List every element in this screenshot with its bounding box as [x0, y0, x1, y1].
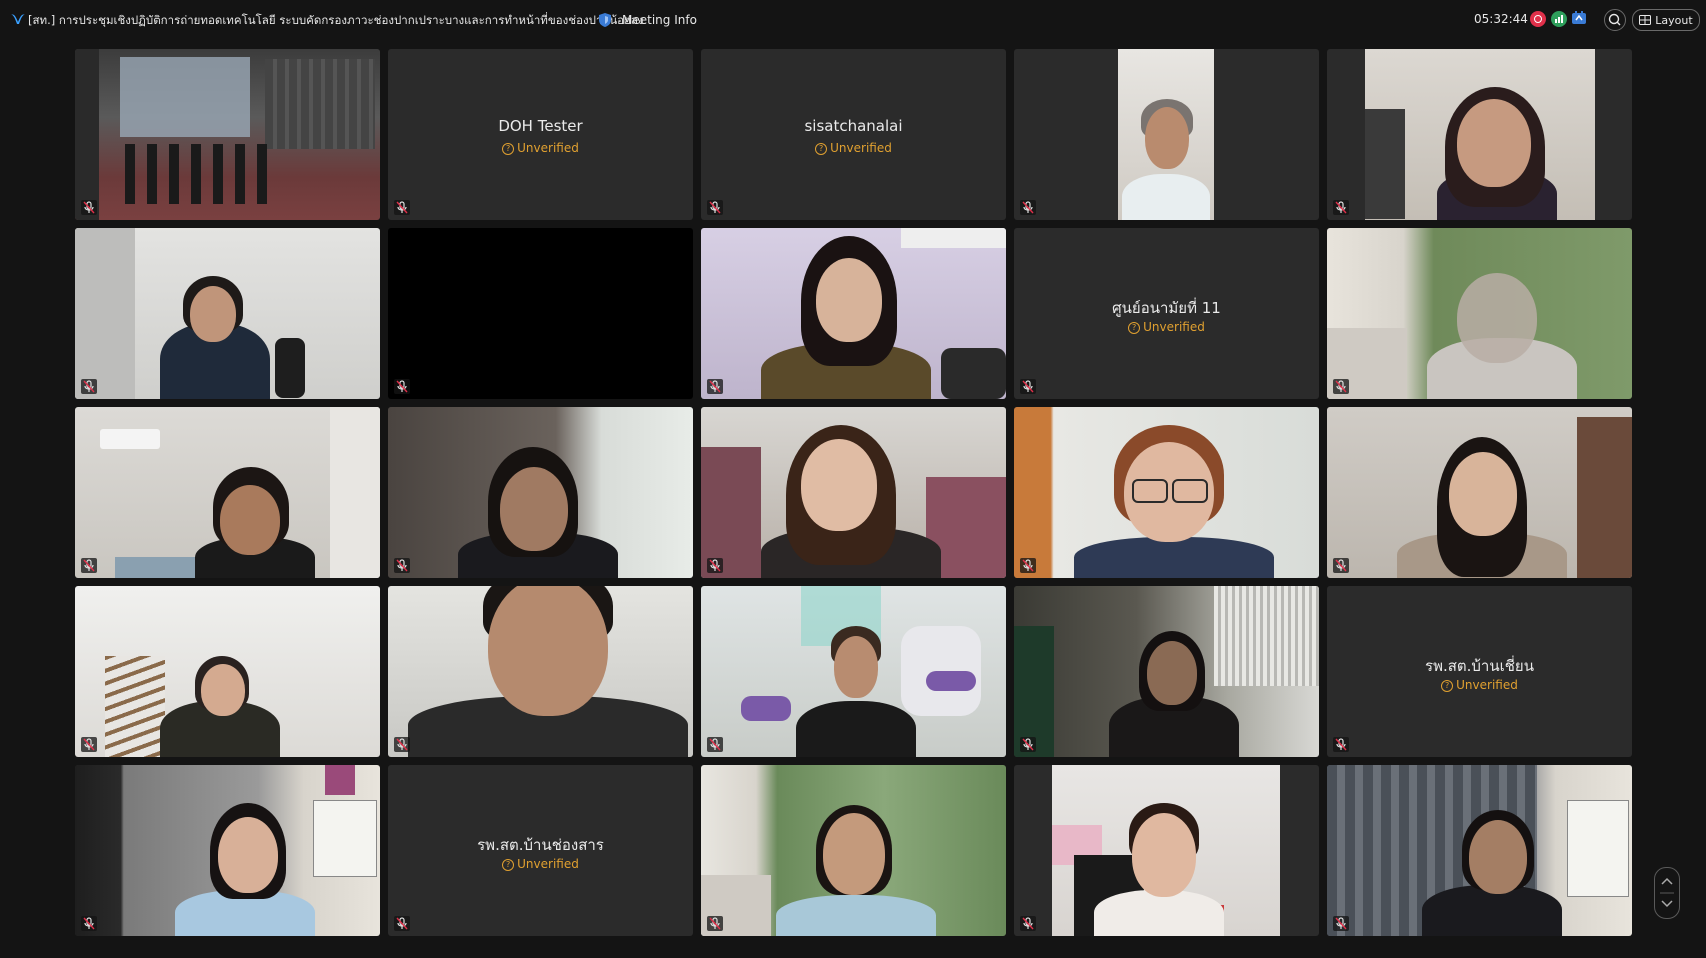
mic-muted-icon	[81, 200, 97, 215]
mic-muted-icon	[1020, 200, 1036, 215]
participant-video	[75, 407, 380, 578]
meeting-timer: 05:32:44	[1474, 12, 1528, 26]
layout-label: Layout	[1655, 13, 1693, 27]
mic-muted-icon	[394, 200, 410, 215]
mic-muted-icon	[81, 558, 97, 573]
mic-muted-icon	[394, 558, 410, 573]
video-tile[interactable]: ศูนย์อนามัยที่ 11 ? Unverified	[1014, 228, 1319, 399]
participant-video	[701, 228, 1006, 399]
participant-video	[1014, 49, 1319, 220]
video-tile[interactable]: รพ.สต.บ้านเชี่ยน ? Unverified	[1327, 586, 1632, 757]
video-tile[interactable]	[1327, 407, 1632, 578]
participant-video	[388, 407, 693, 578]
participant-video	[75, 228, 380, 399]
video-tile[interactable]	[75, 765, 380, 936]
unverified-badge: ? Unverified	[388, 857, 693, 871]
participant-video	[701, 586, 1006, 757]
video-tile[interactable]	[1014, 586, 1319, 757]
mic-muted-icon	[394, 379, 410, 394]
participant-video	[1014, 765, 1319, 936]
mic-muted-icon	[707, 737, 723, 752]
unverified-badge: ? Unverified	[388, 141, 693, 155]
mic-muted-icon	[81, 916, 97, 931]
video-tile[interactable]	[1014, 407, 1319, 578]
participant-name: รพ.สต.บ้านช่องสาร	[477, 836, 604, 854]
video-tile[interactable]	[701, 765, 1006, 936]
mic-muted-icon	[394, 916, 410, 931]
video-tile[interactable]	[75, 49, 380, 220]
question-icon: ?	[815, 143, 828, 155]
mic-muted-icon	[707, 379, 723, 394]
record-icon[interactable]	[1530, 11, 1546, 27]
video-tile[interactable]	[1014, 765, 1319, 936]
video-tile[interactable]	[1014, 49, 1319, 220]
video-tile[interactable]	[701, 407, 1006, 578]
participant-name: sisatchanalai	[804, 117, 903, 135]
video-tile[interactable]	[701, 228, 1006, 399]
video-tile[interactable]	[1327, 49, 1632, 220]
participant-video	[388, 586, 693, 757]
unverified-badge: ? Unverified	[1327, 678, 1632, 692]
participant-video	[75, 765, 380, 936]
video-tile[interactable]	[75, 586, 380, 757]
question-icon: ?	[1441, 680, 1454, 692]
mic-muted-icon	[1020, 379, 1036, 394]
video-tile[interactable]: sisatchanalai ? Unverified	[701, 49, 1006, 220]
mic-muted-icon	[707, 916, 723, 931]
mic-muted-icon	[1020, 737, 1036, 752]
video-grid: DOH Tester ? Unverified sisatchanalai ? Un…	[75, 49, 1632, 936]
mic-muted-icon	[707, 558, 723, 573]
participant-video	[1327, 228, 1632, 399]
mic-muted-icon	[81, 379, 97, 394]
layout-grid-icon	[1639, 15, 1652, 25]
mic-muted-icon	[1020, 916, 1036, 931]
participant-video	[1014, 586, 1319, 757]
layout-button[interactable]: Layout	[1632, 9, 1700, 31]
network-stats-icon[interactable]	[1551, 11, 1567, 27]
video-tile[interactable]	[1327, 765, 1632, 936]
participant-name: รพ.สต.บ้านเชี่ยน	[1425, 657, 1534, 675]
meeting-title: [สท.] การประชุมเชิงปฏิบัติการถ่ายทอดเทคโ…	[28, 13, 644, 27]
video-tile[interactable]	[388, 407, 693, 578]
mic-muted-icon	[1333, 200, 1349, 215]
conference-room-video	[75, 49, 380, 220]
mic-muted-icon	[1020, 558, 1036, 573]
mic-muted-icon	[707, 200, 723, 215]
share-content-icon[interactable]	[1571, 10, 1587, 27]
top-bar: [สท.] การประชุมเชิงปฏิบัติการถ่ายทอดเทคโ…	[0, 0, 1706, 40]
participant-name: DOH Tester	[498, 117, 583, 135]
scroll-page-control[interactable]	[1654, 867, 1680, 919]
video-tile[interactable]: DOH Tester ? Unverified	[388, 49, 693, 220]
mic-muted-icon	[394, 737, 410, 752]
video-tile[interactable]: รพ.สต.บ้านช่องสาร ? Unverified	[388, 765, 693, 936]
shield-icon[interactable]	[598, 12, 612, 28]
participant-video	[701, 407, 1006, 578]
mic-muted-icon	[1333, 916, 1349, 931]
video-tile[interactable]	[75, 407, 380, 578]
unverified-badge: ? Unverified	[1014, 320, 1319, 334]
question-icon: ?	[1128, 322, 1141, 334]
video-tile[interactable]	[388, 228, 693, 399]
participant-video	[1327, 49, 1632, 220]
participant-video	[75, 586, 380, 757]
question-icon: ?	[502, 859, 515, 871]
meeting-info-link[interactable]: Meeting Info	[622, 13, 697, 27]
mic-muted-icon	[1333, 737, 1349, 752]
mic-muted-icon	[1333, 379, 1349, 394]
participant-video	[1014, 407, 1319, 578]
participant-name: ศูนย์อนามัยที่ 11	[1112, 299, 1221, 317]
zoom-icon[interactable]	[1604, 9, 1626, 31]
mic-muted-icon	[1333, 558, 1349, 573]
mic-muted-icon	[81, 737, 97, 752]
question-icon: ?	[502, 143, 515, 155]
unverified-badge: ? Unverified	[701, 141, 1006, 155]
webex-logo-icon	[11, 14, 25, 24]
participant-video	[701, 765, 1006, 936]
video-tile[interactable]	[388, 586, 693, 757]
participant-video	[1327, 407, 1632, 578]
video-tile[interactable]	[75, 228, 380, 399]
participant-video	[1327, 765, 1632, 936]
video-tile[interactable]	[701, 586, 1006, 757]
video-tile[interactable]	[1327, 228, 1632, 399]
